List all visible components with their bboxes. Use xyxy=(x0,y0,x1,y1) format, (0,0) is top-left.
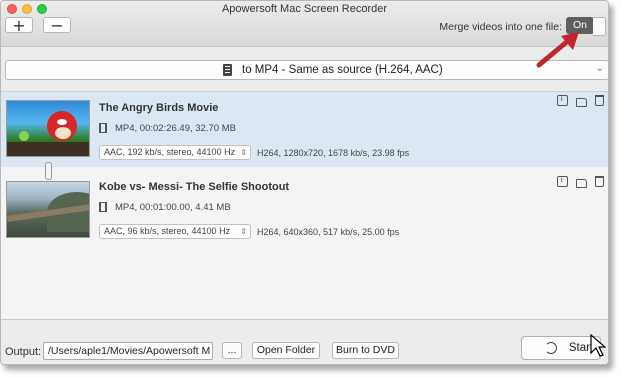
video-info: H264, 640x360, 517 kb/s, 25.00 fps xyxy=(257,227,400,237)
info-icon[interactable] xyxy=(556,94,568,106)
add-file-button[interactable]: + xyxy=(5,17,33,33)
mouse-pointer-icon xyxy=(590,334,606,357)
output-format-label: to MP4 - Same as source (H.264, AAC) xyxy=(242,64,443,76)
output-label: Output: xyxy=(5,346,42,358)
annotation-arrow-icon xyxy=(536,32,579,68)
film-icon xyxy=(99,123,107,133)
video-info: H264, 1280x720, 1678 kb/s, 23.98 fps xyxy=(257,148,410,158)
ground-shape xyxy=(7,142,89,156)
row-actions xyxy=(552,94,604,109)
folder-icon[interactable] xyxy=(575,179,587,188)
info-icon[interactable] xyxy=(556,175,568,187)
trash-icon[interactable] xyxy=(595,95,604,106)
file-list: The Angry Birds Movie MP4, 00:02:26.49, … xyxy=(1,91,608,319)
item-meta: MP4, 00:01:00.00, 4.41 MB xyxy=(115,202,231,213)
browse-button[interactable]: ... xyxy=(222,342,242,359)
open-folder-button[interactable]: Open Folder xyxy=(252,342,320,359)
output-format-select[interactable]: to MP4 - Same as source (H.264, AAC) ⌄ xyxy=(5,60,608,80)
pig-shape xyxy=(19,131,29,141)
trash-icon[interactable] xyxy=(595,176,604,187)
start-button[interactable]: Start xyxy=(521,336,601,360)
folder-icon[interactable] xyxy=(575,98,587,107)
output-path-field[interactable]: /Users/aple1/Movies/Apowersoft M xyxy=(43,342,213,360)
video-thumbnail xyxy=(6,100,90,157)
chevron-down-icon: ⌄ xyxy=(595,63,604,74)
audio-settings-label: AAC, 96 kb/s, stereo, 44100 Hz xyxy=(104,226,231,236)
bottom-bar: Output: /Users/aple1/Movies/Apowersoft M… xyxy=(1,319,608,364)
list-item[interactable]: The Angry Birds Movie MP4, 00:02:26.49, … xyxy=(1,92,608,167)
updown-chevron-icon: ⇕ xyxy=(240,148,247,157)
audio-settings-select[interactable]: AAC, 192 kb/s, stereo, 44100 Hz ⇕ xyxy=(99,145,251,160)
row-actions xyxy=(552,175,604,190)
item-title: Kobe vs- Messi- The Selfie Shootout xyxy=(99,181,290,193)
remove-file-button[interactable]: − xyxy=(43,17,71,33)
link-icon[interactable] xyxy=(45,162,52,180)
titlebar: Apowersoft Mac Screen Recorder + − Merge… xyxy=(1,1,608,47)
document-icon xyxy=(223,64,232,76)
bird-belly-shape xyxy=(55,127,71,139)
burn-dvd-button[interactable]: Burn to DVD xyxy=(332,342,399,359)
video-thumbnail xyxy=(6,181,90,238)
updown-chevron-icon: ⇕ xyxy=(240,227,247,236)
app-window: Apowersoft Mac Screen Recorder + − Merge… xyxy=(0,0,609,365)
window-title: Apowersoft Mac Screen Recorder xyxy=(221,3,388,15)
audio-settings-label: AAC, 192 kb/s, stereo, 44100 Hz xyxy=(104,147,236,157)
bird-eye-shape xyxy=(57,119,67,125)
refresh-icon xyxy=(545,342,557,354)
item-meta: MP4, 00:02:26.49, 32.70 MB xyxy=(115,123,236,134)
audio-settings-select[interactable]: AAC, 96 kb/s, stereo, 44100 Hz ⇕ xyxy=(99,224,251,239)
list-item[interactable]: Kobe vs- Messi- The Selfie Shootout MP4,… xyxy=(1,173,608,248)
film-icon xyxy=(99,202,107,212)
item-title: The Angry Birds Movie xyxy=(99,102,219,114)
